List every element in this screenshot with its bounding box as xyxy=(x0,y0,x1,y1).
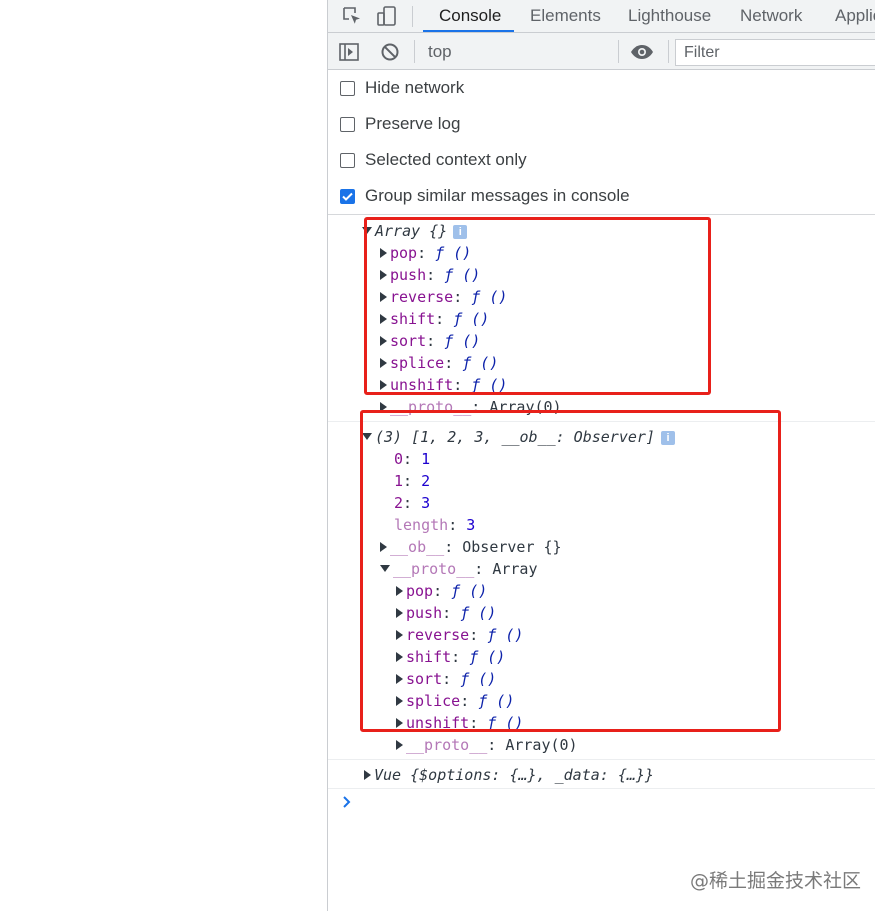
device-toolbar-icon[interactable] xyxy=(375,4,399,28)
message-divider xyxy=(328,788,875,789)
checkmark-icon xyxy=(342,192,353,201)
setting-label: Group similar messages in console xyxy=(365,186,630,205)
collapsed-triangle-icon xyxy=(364,770,371,780)
console-prompt-chevron-icon[interactable] xyxy=(342,794,354,808)
tab-lighthouse[interactable]: Lighthouse xyxy=(628,0,711,32)
setting-label: Selected context only xyxy=(365,150,527,169)
log-header-vue[interactable]: Vue {$options: {…}, _data: {…}} xyxy=(364,764,654,786)
group-similar-checkbox[interactable] xyxy=(340,188,355,204)
log-proto-row[interactable]: __proto__: Array(0) xyxy=(396,734,578,756)
selected-context-checkbox[interactable] xyxy=(340,152,355,168)
collapsed-triangle-icon xyxy=(396,740,403,750)
page-blank-area xyxy=(0,0,327,911)
tab-bar-divider xyxy=(412,6,413,27)
preserve-log-checkbox[interactable] xyxy=(340,116,355,132)
context-selector[interactable]: top xyxy=(418,39,693,65)
hide-network-checkbox[interactable] xyxy=(340,80,355,96)
active-tab-indicator xyxy=(423,30,514,32)
highlight-box-observer-proto xyxy=(360,410,781,732)
filter-input[interactable] xyxy=(675,39,875,66)
inspect-element-icon[interactable] xyxy=(340,4,364,28)
message-divider xyxy=(328,759,875,760)
toolbar-divider xyxy=(414,40,415,63)
watermark: @稀土掘金技术社区 xyxy=(690,870,862,892)
tab-network[interactable]: Network xyxy=(740,0,802,32)
context-value: top xyxy=(428,42,452,61)
highlight-box-array-methods xyxy=(364,217,711,395)
console-settings-pane: Hide network Preserve log Selected conte… xyxy=(328,70,875,215)
toolbar-divider xyxy=(618,40,619,63)
sidebar-toggle-icon[interactable] xyxy=(337,40,361,64)
tab-console[interactable]: Console xyxy=(439,0,501,32)
setting-hide-network[interactable]: Hide network xyxy=(340,77,464,99)
toolbar-divider xyxy=(668,40,669,63)
devtools-tab-bar: Console Elements Lighthouse Network Appl… xyxy=(328,0,875,33)
setting-group-similar[interactable]: Group similar messages in console xyxy=(340,185,630,207)
clear-console-icon[interactable] xyxy=(378,40,402,64)
tab-elements[interactable]: Elements xyxy=(530,0,601,32)
setting-selected-context-only[interactable]: Selected context only xyxy=(340,149,527,171)
live-expression-eye-icon[interactable] xyxy=(630,40,654,64)
devtools-panel: Console Elements Lighthouse Network Appl… xyxy=(327,0,875,911)
console-toolbar: top xyxy=(328,33,875,70)
setting-label: Preserve log xyxy=(365,114,461,133)
tab-application[interactable]: Applic xyxy=(835,0,875,32)
setting-label: Hide network xyxy=(365,78,465,97)
setting-preserve-log[interactable]: Preserve log xyxy=(340,113,460,135)
console-output: Array {} i pop: ƒ () push: ƒ () reverse: … xyxy=(328,216,875,911)
